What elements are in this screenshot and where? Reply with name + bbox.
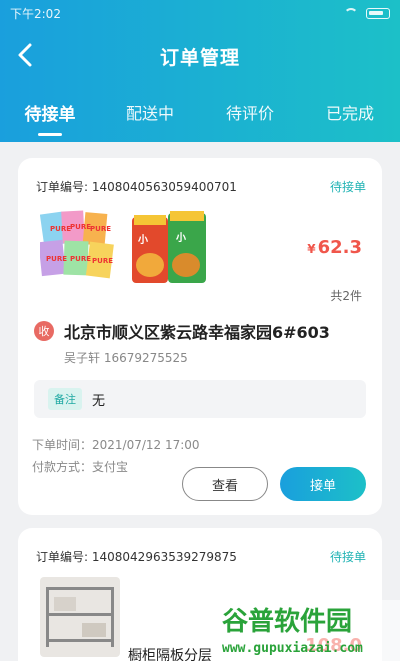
chevron-left-icon — [18, 43, 32, 67]
svg-text:PURE: PURE — [70, 223, 91, 231]
remark-box: 备注 无 — [34, 380, 366, 418]
order-quantity: 共2件 — [330, 289, 362, 303]
order-card: 订单编号: 1408040563059400701 待接单 PURE PURE … — [18, 158, 382, 515]
svg-text:PURE: PURE — [46, 255, 67, 263]
order-status: 待接单 — [329, 180, 366, 194]
goods-row: PURE PURE PURE PURE PURE PURE 小 小 ¥62.3 … — [18, 195, 382, 303]
battery-icon — [366, 7, 390, 19]
order-price: ¥62.3 — [307, 237, 362, 258]
receiver-badge: 收 — [34, 321, 54, 341]
remark-tag: 备注 — [48, 388, 82, 410]
order-time: 下单时间：2021/07/12 17:00 — [32, 438, 200, 452]
remark-text: 无 — [92, 393, 106, 409]
order-actions: 查看 接单 — [182, 467, 366, 501]
tab-pending[interactable]: 待接单 — [0, 100, 100, 136]
tab-bar: 待接单 配送中 待评价 已完成 — [0, 100, 400, 136]
tab-to-review[interactable]: 待评价 — [200, 100, 300, 136]
svg-text:小: 小 — [175, 231, 186, 244]
tab-completed[interactable]: 已完成 — [300, 100, 400, 136]
navbar: 订单管理 — [0, 26, 400, 86]
product-name: 橱柜隔板分层 — [128, 648, 212, 661]
back-button[interactable] — [14, 42, 36, 68]
product-image-snack[interactable]: 小 小 — [128, 207, 208, 287]
product-image-shelf[interactable] — [40, 577, 120, 657]
svg-text:PURE: PURE — [70, 255, 91, 263]
status-bar: 下午2:02 — [0, 0, 400, 26]
status-time: 下午2:02 — [10, 6, 61, 21]
order-header: 订单编号: 1408042963539279875 待接单 — [18, 528, 382, 565]
header: 下午2:02 订单管理 待接单 配送中 待评价 已完成 — [0, 0, 400, 142]
order-number: 订单编号: 1408040563059400701 — [36, 180, 237, 194]
status-icons — [344, 7, 390, 19]
receiver-contact: 吴子轩 16679275525 — [64, 351, 188, 365]
svg-text:PURE: PURE — [90, 225, 111, 233]
tab-delivering[interactable]: 配送中 — [100, 100, 200, 136]
delivery-address: 北京市顺义区紫云路幸福家园6#603 — [64, 323, 330, 342]
view-button[interactable]: 查看 — [182, 467, 268, 501]
accept-order-button[interactable]: 接单 — [280, 467, 366, 501]
order-header: 订单编号: 1408040563059400701 待接单 — [18, 158, 382, 195]
wifi-icon — [344, 8, 358, 18]
order-number: 订单编号: 1408042963539279875 — [36, 550, 237, 564]
order-status: 待接单 — [329, 550, 366, 564]
goods-row: 橱柜隔板分层 108.0 — [18, 565, 382, 661]
product-image-candy[interactable]: PURE PURE PURE PURE PURE PURE — [40, 207, 120, 287]
page-title: 订单管理 — [159, 46, 240, 69]
order-card: 订单编号: 1408042963539279875 待接单 橱柜隔板分层 108… — [18, 528, 382, 661]
address-row: 收 北京市顺义区紫云路幸福家园6#603 — [18, 319, 382, 343]
svg-text:PURE: PURE — [92, 257, 113, 265]
order-price: 108.0 — [305, 635, 362, 656]
svg-text:小: 小 — [137, 233, 148, 246]
svg-text:PURE: PURE — [50, 225, 71, 233]
